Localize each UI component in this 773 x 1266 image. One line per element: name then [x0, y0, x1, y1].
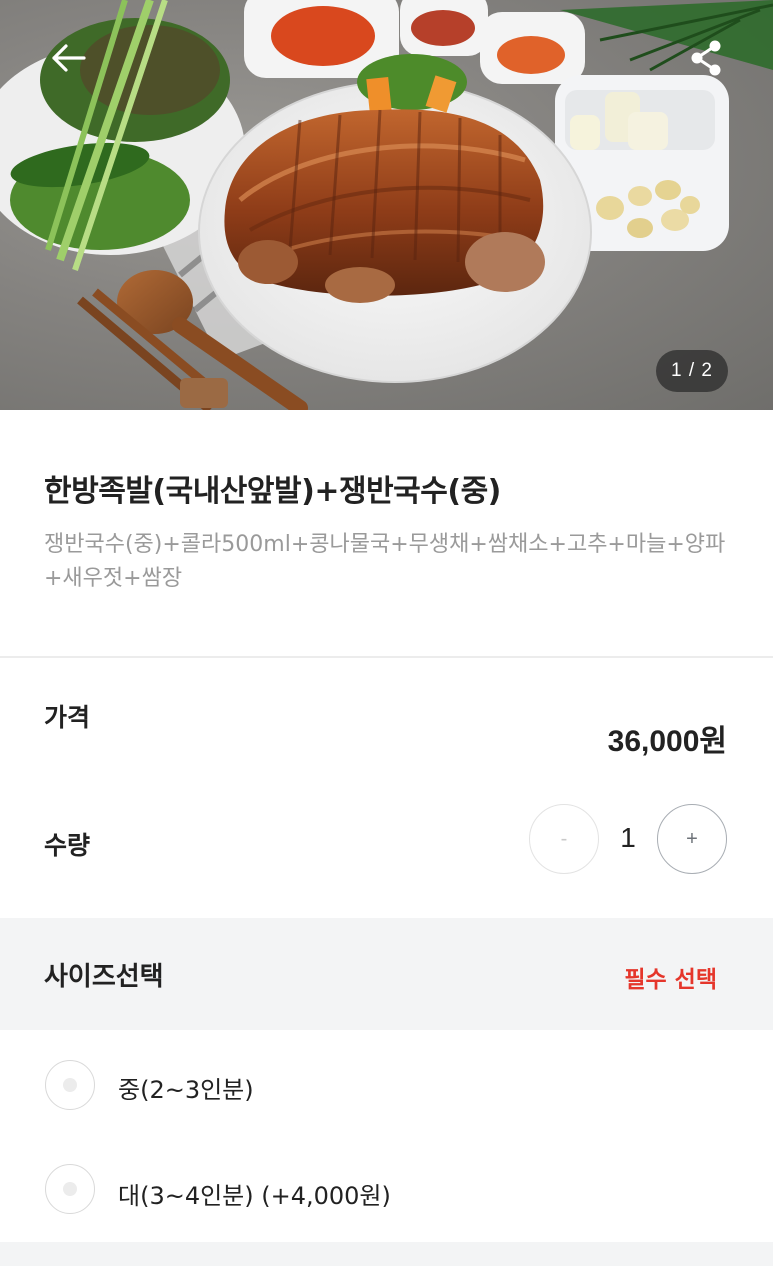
menu-title: 한방족발(국내산앞발)+쟁반국수(중) — [44, 474, 501, 509]
menu-info: 한방족발(국내산앞발)+쟁반국수(중) 쟁반국수(중)+콜라500ml+콩나물국… — [0, 410, 773, 656]
quantity-value: 1 — [620, 822, 636, 853]
size-option-label: 대(3~4인분) (+4,000원) — [118, 1182, 391, 1210]
section-divider — [0, 656, 773, 658]
radio-button[interactable] — [45, 1164, 95, 1214]
size-option-medium[interactable]: 중(2~3인분) — [0, 1036, 773, 1136]
size-option-large[interactable]: 대(3~4인분) (+4,000원) — [0, 1140, 773, 1240]
radio-dot — [63, 1078, 77, 1092]
arrow-left-icon — [52, 44, 86, 72]
quantity-label: 수량 — [44, 831, 91, 860]
quantity-decrease-button[interactable]: - — [529, 804, 599, 874]
size-option-label: 중(2~3인분) — [118, 1076, 254, 1104]
share-icon — [691, 40, 721, 76]
back-button[interactable] — [44, 36, 92, 80]
menu-photo-carousel[interactable]: 1 / 2 — [0, 0, 773, 410]
menu-photo — [0, 0, 773, 410]
share-button[interactable] — [682, 34, 730, 82]
size-section-header: 사이즈선택 필수 선택 — [0, 918, 773, 1030]
menu-description: 쟁반국수(중)+콜라500ml+콩나물국+무생채+쌈채소+고추+마늘+양파+새우… — [44, 532, 726, 591]
radio-button[interactable] — [45, 1060, 95, 1110]
price-label: 가격 — [44, 703, 91, 732]
size-section-title: 사이즈선택 — [44, 962, 164, 992]
quantity-increase-button[interactable]: + — [657, 804, 727, 874]
required-badge: 필수 선택 — [624, 967, 717, 993]
image-pager-indicator: 1 / 2 — [656, 350, 728, 392]
radio-dot — [63, 1182, 77, 1196]
next-section-divider — [0, 1242, 773, 1266]
price-value: 36,000원 — [607, 725, 727, 758]
